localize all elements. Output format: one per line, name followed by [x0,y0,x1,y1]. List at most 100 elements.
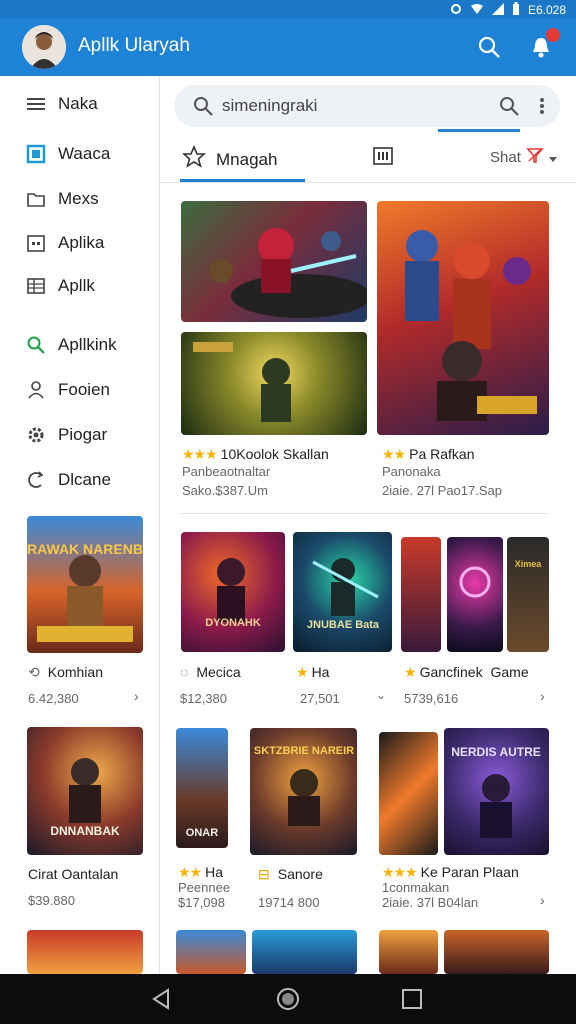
more-options-icon[interactable] [538,95,546,117]
game-card-row1-4b[interactable] [447,537,503,652]
chat-icon: ◌ [180,664,189,680]
search-icon[interactable] [476,34,502,60]
chevron-right-icon[interactable]: › [540,688,545,704]
search-underline [438,129,520,132]
game-card-row3-1[interactable] [27,930,143,974]
game-title: ★ Ha [296,664,330,680]
poster-text: ONAR [186,827,218,839]
poster-text: NERDIS AUTRE [451,745,541,759]
tab-mnagah[interactable]: Mnagah [181,144,278,174]
sidebar-item-menu[interactable]: Naka [26,90,98,118]
sidebar-item-label: Fooien [58,380,110,399]
game-card-row2-3[interactable]: SKTZBRIE NAREIR [250,728,357,855]
game-card-row3-2[interactable] [176,930,246,974]
game-title: Cirat Oantalan [28,866,119,882]
system-nav-bar [0,974,576,1024]
game-title: ⟲ Komhian [28,664,103,680]
game-price: 27,501 [300,691,340,706]
game-card-row2-2[interactable]: ONAR [176,728,228,848]
sidebar-item-label: Aplika [58,233,105,252]
menu-icon [26,94,46,114]
tab-grid[interactable] [372,145,404,172]
game-title: ★★ Ha [178,864,224,880]
game-price: 6.42,380 [28,691,79,706]
game-card-featured-3[interactable] [377,201,549,435]
sidebar-item-apllkink[interactable]: Apllkink [26,331,117,359]
calendar-icon [26,233,46,253]
featured-left-subtitle: Panbeaotnaltar [182,464,271,479]
game-price: 19714 800 [258,895,320,910]
gear-icon [26,425,46,445]
tab-indicator [180,179,305,182]
chevron-down-icon[interactable]: ⌄ [376,688,386,702]
game-card-featured-2[interactable] [181,332,367,435]
search-icon [26,335,46,355]
poster-text: DYONAHK [205,617,261,629]
game-card-row2-1[interactable]: DNNANBAK [27,727,143,855]
game-card-featured-1[interactable] [181,201,367,322]
featured-left-meta: Sako.$387.Um [182,483,268,498]
sidebar-item-label: Mexs [58,189,99,208]
app-screen: E6.028 Apllk Ularyah Naka Waaca Mexs Apl… [0,0,576,1024]
game-card-row3-4[interactable] [379,930,438,974]
sidebar-item-apllk[interactable]: Apllk [26,272,95,300]
chevron-right-icon[interactable]: › [134,688,139,704]
game-subtitle: Peennee [178,880,231,895]
game-subtitle: 1conmakan [382,880,450,895]
game-card-row1-1[interactable]: DRAWAK NARENBA [27,516,143,653]
poster-text: JNUBAE Bata [307,619,380,631]
game-title: ⊟ Sanore [258,866,323,882]
rating-stars-icon: ★★★ [182,446,218,462]
rating-stars-icon: ★ [404,664,417,680]
game-title: ◌ Mecica [180,664,241,680]
game-card-row1-4c[interactable]: Ximea [507,537,549,652]
star-outline-icon [181,144,207,174]
poster-text: DNNANBAK [50,824,120,838]
signal-icon [491,2,504,18]
home-icon[interactable] [275,986,301,1012]
featured-right-meta: 2iaie. 27l Pao17.Sap [382,483,502,498]
sidebar-item-piogar[interactable]: Piogar [26,421,107,449]
sidebar-item-aplika[interactable]: Aplika [26,229,104,257]
game-card-row1-4a[interactable] [401,537,441,652]
tab-shat[interactable]: Shat [490,145,557,170]
sidebar-item-label: Waaca [58,144,111,163]
game-card-row2-4b[interactable]: NERDIS AUTRE [444,728,549,855]
status-bar: E6.028 [0,0,576,18]
featured-left-title: ★★★ 10Koolok Skallan [182,446,329,462]
avatar[interactable] [22,25,66,69]
list-icon [26,276,46,296]
sidebar-item-label: Dlcane [58,470,111,489]
sidebar-item-mexs[interactable]: Mexs [26,185,99,213]
tag-icon: ⊟ [258,866,270,882]
chevron-down-icon [548,148,557,168]
game-price: $39.880 [28,893,75,908]
rating-stars-icon: ★★ [382,446,406,462]
back-icon[interactable] [148,986,174,1012]
sidebar-item-label: Apllk [58,276,95,295]
refresh-icon [26,470,46,490]
sidebar-item-fooien[interactable]: Fooien [26,376,110,404]
sidebar-item-waaca[interactable]: Waaca [26,140,110,168]
game-title: ★ Gancfinek Game [404,664,529,680]
poster-text: Ximea [515,559,543,569]
game-card-row1-2[interactable]: DYONAHK [181,532,285,652]
game-price: 2iaie. 37l B04lan [382,895,479,910]
sidebar-item-label: Apllkink [58,335,117,354]
sidebar-item-dlcane[interactable]: Dlcane [26,466,111,494]
game-card-row2-4a[interactable] [379,732,438,855]
poster-text: DRAWAK NARENBA [27,541,143,557]
chevron-right-icon[interactable]: › [540,892,545,908]
game-card-row3-3[interactable] [252,930,357,974]
grid-view-icon [372,145,394,172]
search-input[interactable] [222,93,452,119]
rating-stars-icon: ★★ [178,864,202,880]
featured-right-subtitle: Panonaka [382,464,441,479]
game-card-row3-5[interactable] [444,930,549,974]
search-submit-icon[interactable] [498,95,520,117]
folder-icon [26,189,46,209]
tab-label: Mnagah [216,149,278,169]
recents-icon[interactable] [399,986,425,1012]
sidebar-item-label: Piogar [58,425,108,444]
game-card-row1-3[interactable]: JNUBAE Bata [293,532,392,652]
